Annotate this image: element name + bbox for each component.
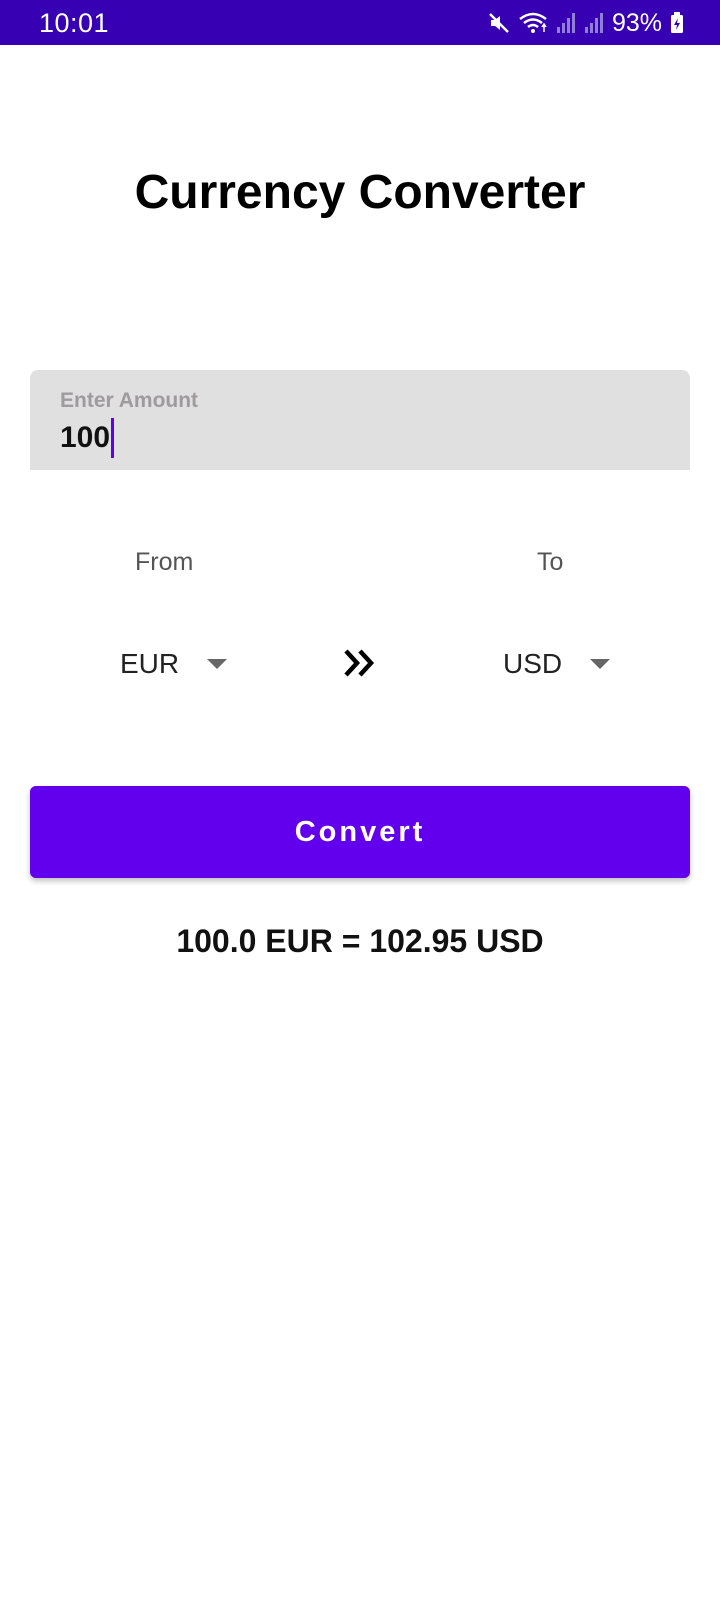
from-currency-value: EUR [120, 648, 180, 679]
text-cursor [111, 418, 115, 458]
amount-input[interactable]: Enter Amount 100 [30, 370, 690, 470]
status-icons: 93% [488, 8, 684, 38]
amount-value-wrapper[interactable]: 100 [60, 418, 115, 458]
to-label: To [537, 548, 564, 576]
wifi-icon [518, 11, 548, 35]
status-time: 10:01 [39, 8, 110, 38]
to-currency-dropdown[interactable]: USD [503, 644, 611, 684]
double-chevron-right-icon [343, 648, 377, 678]
from-label: From [135, 548, 194, 576]
battery-charging-icon [670, 12, 684, 34]
page-title: Currency Converter [134, 166, 586, 219]
signal-icon [584, 12, 604, 34]
status-bar: 10:01 93% [0, 0, 720, 45]
battery-percent: 93% [611, 8, 662, 37]
convert-button[interactable]: Convert [30, 786, 690, 878]
dropdown-arrow-icon [590, 659, 611, 669]
signal-icon [556, 12, 576, 34]
to-currency-value: USD [503, 648, 563, 679]
mute-icon [488, 12, 510, 34]
from-currency-dropdown[interactable]: EUR [120, 644, 228, 684]
conversion-result: 100.0 EUR = 102.95 USD [176, 923, 544, 959]
dropdown-arrow-icon [207, 659, 228, 669]
app-screen: 10:01 93% Currency Converter Enter Amoun… [0, 0, 720, 1600]
amount-field-label: Enter Amount [60, 389, 199, 412]
amount-value[interactable]: 100 [60, 421, 110, 455]
